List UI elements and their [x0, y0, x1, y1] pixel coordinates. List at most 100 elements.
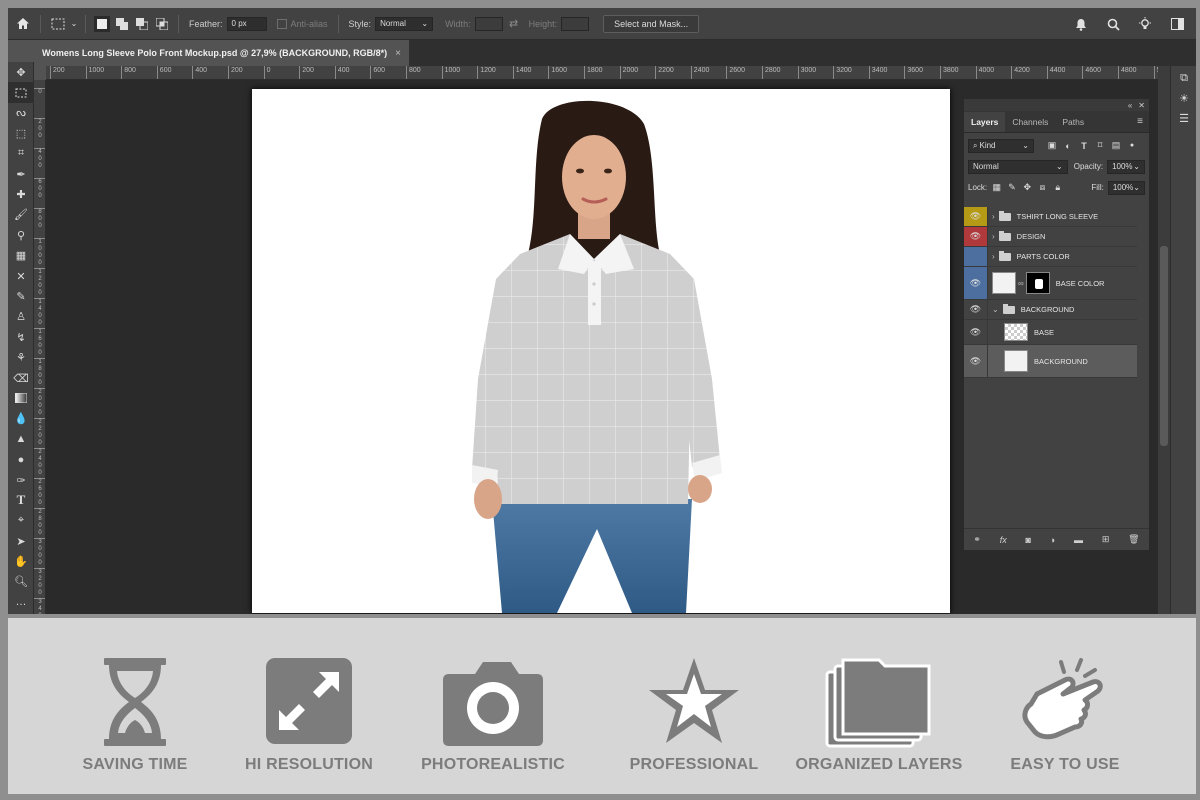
intersect-selection-icon[interactable] — [154, 16, 170, 32]
document-canvas[interactable] — [252, 89, 950, 613]
vertical-scrollbar[interactable] — [1158, 66, 1170, 614]
layer-group-tshirt-long-sleeve[interactable]: 👁︎ › TSHIRT LONG SLEEVE — [964, 207, 1137, 227]
stamp-tool-icon[interactable]: ⚲ — [8, 225, 34, 245]
pixel-filter-icon[interactable]: ▣ — [1046, 140, 1058, 152]
lock-all-icon[interactable]: 🔒︎ — [1052, 182, 1063, 194]
eyedropper-tool-icon[interactable]: ✒ — [8, 164, 34, 184]
healing-brush-tool-icon[interactable]: ✚ — [8, 184, 34, 204]
eye-hidden-icon[interactable] — [964, 247, 988, 266]
more-tools-icon[interactable]: … — [8, 592, 34, 612]
chevron-right-icon[interactable]: › — [992, 252, 995, 261]
eye-icon[interactable]: 👁︎ — [964, 267, 988, 299]
delete-layer-icon[interactable]: 🗑︎ — [1128, 534, 1139, 545]
eye-icon[interactable]: 👁︎ — [964, 227, 988, 246]
smart-object-filter-icon[interactable]: ▤ — [1110, 140, 1122, 152]
hand-tool-icon[interactable]: ✋ — [8, 551, 34, 571]
tab-layers[interactable]: Layers — [964, 112, 1006, 132]
pattern-tool-icon[interactable]: ✕ — [8, 266, 34, 286]
layer-group-parts-color[interactable]: › PARTS COLOR — [964, 247, 1137, 267]
chevron-down-icon[interactable]: ⌄ — [69, 13, 79, 35]
collapse-panel-icon[interactable]: « — [1128, 101, 1132, 110]
panel-menu-icon[interactable]: ≡ — [1137, 116, 1143, 127]
tab-paths[interactable]: Paths — [1055, 112, 1091, 132]
history-panel-icon[interactable]: ⧉ — [1171, 68, 1196, 88]
blend-mode-select[interactable]: Normal ⌄ — [968, 159, 1068, 174]
chevron-down-icon[interactable]: ⌄ — [992, 305, 999, 314]
select-and-mask-button[interactable]: Select and Mask... — [603, 14, 700, 33]
filter-kind-select[interactable]: ⌕ Kind ⌄ — [968, 138, 1034, 153]
subtract-selection-icon[interactable] — [134, 16, 150, 32]
learn-panel-icon[interactable]: ☀ — [1171, 88, 1196, 108]
mixer-brush-tool-icon[interactable]: ⚘ — [8, 347, 34, 367]
eye-icon[interactable]: 👁︎ — [964, 300, 988, 319]
eye-icon[interactable]: 👁︎ — [964, 345, 988, 377]
sharpen-tool-icon[interactable]: ▲ — [8, 429, 34, 449]
layer-background[interactable]: 👁︎ BACKGROUND — [964, 345, 1137, 378]
foreground-background-color-icon[interactable] — [8, 613, 34, 614]
shape-filter-icon[interactable]: ⌑ — [1094, 140, 1106, 152]
close-icon[interactable]: ✕ — [1138, 101, 1145, 110]
marquee-tool-icon[interactable] — [47, 13, 69, 35]
new-layer-icon[interactable]: ⊞ — [1102, 534, 1110, 545]
bell-icon[interactable] — [1070, 13, 1092, 35]
properties-panel-icon[interactable]: ☰ — [1171, 109, 1196, 129]
crop-tool-icon[interactable]: ⌗ — [8, 144, 34, 164]
workspace-icon[interactable] — [1166, 13, 1188, 35]
search-icon[interactable] — [1102, 13, 1124, 35]
swap-icon[interactable]: ⇄ — [503, 13, 525, 35]
home-icon[interactable] — [12, 13, 34, 35]
add-mask-icon[interactable]: ◙ — [1026, 535, 1031, 545]
brush-tool-icon[interactable]: 🖌 — [8, 205, 34, 225]
tab-channels[interactable]: Channels — [1005, 112, 1055, 132]
add-selection-icon[interactable] — [114, 16, 130, 32]
eraser-tool-icon[interactable]: ⌫ — [8, 368, 34, 388]
width-input[interactable] — [474, 16, 503, 31]
eye-icon[interactable]: 👁︎ — [964, 320, 988, 344]
layer-mask-thumbnail[interactable] — [1025, 272, 1050, 294]
height-input[interactable] — [561, 16, 590, 31]
lock-artboard-icon[interactable]: ⧈ — [1037, 182, 1048, 194]
antialias-checkbox[interactable] — [276, 18, 287, 29]
lasso-tool-icon[interactable]: ᔓ — [8, 103, 34, 123]
path-selection-tool-icon[interactable]: ⌖ — [8, 511, 34, 531]
feather-input[interactable]: 0 px — [226, 16, 267, 31]
document-tab[interactable]: Womens Long Sleeve Polo Front Mockup.psd… — [34, 40, 409, 66]
fill-input[interactable]: 100% ⌄ — [1107, 180, 1145, 195]
move-tool-icon[interactable]: ✥ — [8, 62, 34, 82]
type-filter-icon[interactable]: T — [1078, 140, 1090, 152]
quick-select-tool-icon[interactable]: ⬚ — [8, 123, 34, 143]
new-selection-icon[interactable] — [94, 15, 110, 32]
gradient-tool-icon[interactable] — [8, 388, 34, 408]
layer-group-background[interactable]: 👁︎ ⌄ BACKGROUND — [964, 300, 1137, 320]
close-icon[interactable]: × — [395, 48, 401, 59]
layer-style-icon[interactable]: fx — [1000, 535, 1007, 545]
scrollbar-thumb[interactable] — [1160, 246, 1168, 446]
layer-base[interactable]: 👁︎ BASE — [964, 320, 1137, 345]
link-layers-icon[interactable]: ⚭ — [973, 534, 981, 545]
dodge-tool-icon[interactable]: ● — [8, 449, 34, 469]
type-tool-icon[interactable]: T — [8, 490, 34, 510]
frame-tool-icon[interactable]: ▦ — [8, 246, 34, 266]
layer-group-design[interactable]: 👁︎ › DESIGN — [964, 227, 1137, 247]
filter-toggle-icon[interactable]: ● — [1126, 140, 1138, 152]
clone-stamp-tool-icon[interactable]: ♙ — [8, 307, 34, 327]
chevron-right-icon[interactable]: › — [992, 212, 995, 221]
new-group-icon[interactable]: ▬ — [1074, 535, 1083, 545]
zoom-tool-icon[interactable]: 🔍︎ — [8, 572, 34, 592]
history-brush-tool-icon[interactable]: ↯ — [8, 327, 34, 347]
pen-tool-icon[interactable]: ✑ — [8, 470, 34, 490]
marquee-tool-icon[interactable] — [8, 82, 34, 103]
direct-selection-tool-icon[interactable]: ➤ — [8, 531, 34, 551]
adjustment-layer-icon[interactable]: ◑ — [1050, 535, 1055, 545]
adjustment-filter-icon[interactable]: ◐ — [1062, 140, 1074, 152]
pencil-tool-icon[interactable]: ✎ — [8, 286, 34, 306]
eye-icon[interactable]: 👁︎ — [964, 207, 988, 226]
style-select[interactable]: Normal ⌄ — [375, 16, 434, 31]
layer-base-color[interactable]: 👁︎ ∞ BASE COLOR — [964, 267, 1137, 300]
lock-transparency-icon[interactable]: ▦ — [991, 182, 1002, 194]
chevron-right-icon[interactable]: › — [992, 232, 995, 241]
blur-tool-icon[interactable]: 💧 — [8, 409, 34, 429]
lock-pixels-icon[interactable]: ✎ — [1006, 182, 1017, 194]
lock-position-icon[interactable]: ✥ — [1022, 182, 1033, 194]
lightbulb-icon[interactable] — [1134, 13, 1156, 35]
